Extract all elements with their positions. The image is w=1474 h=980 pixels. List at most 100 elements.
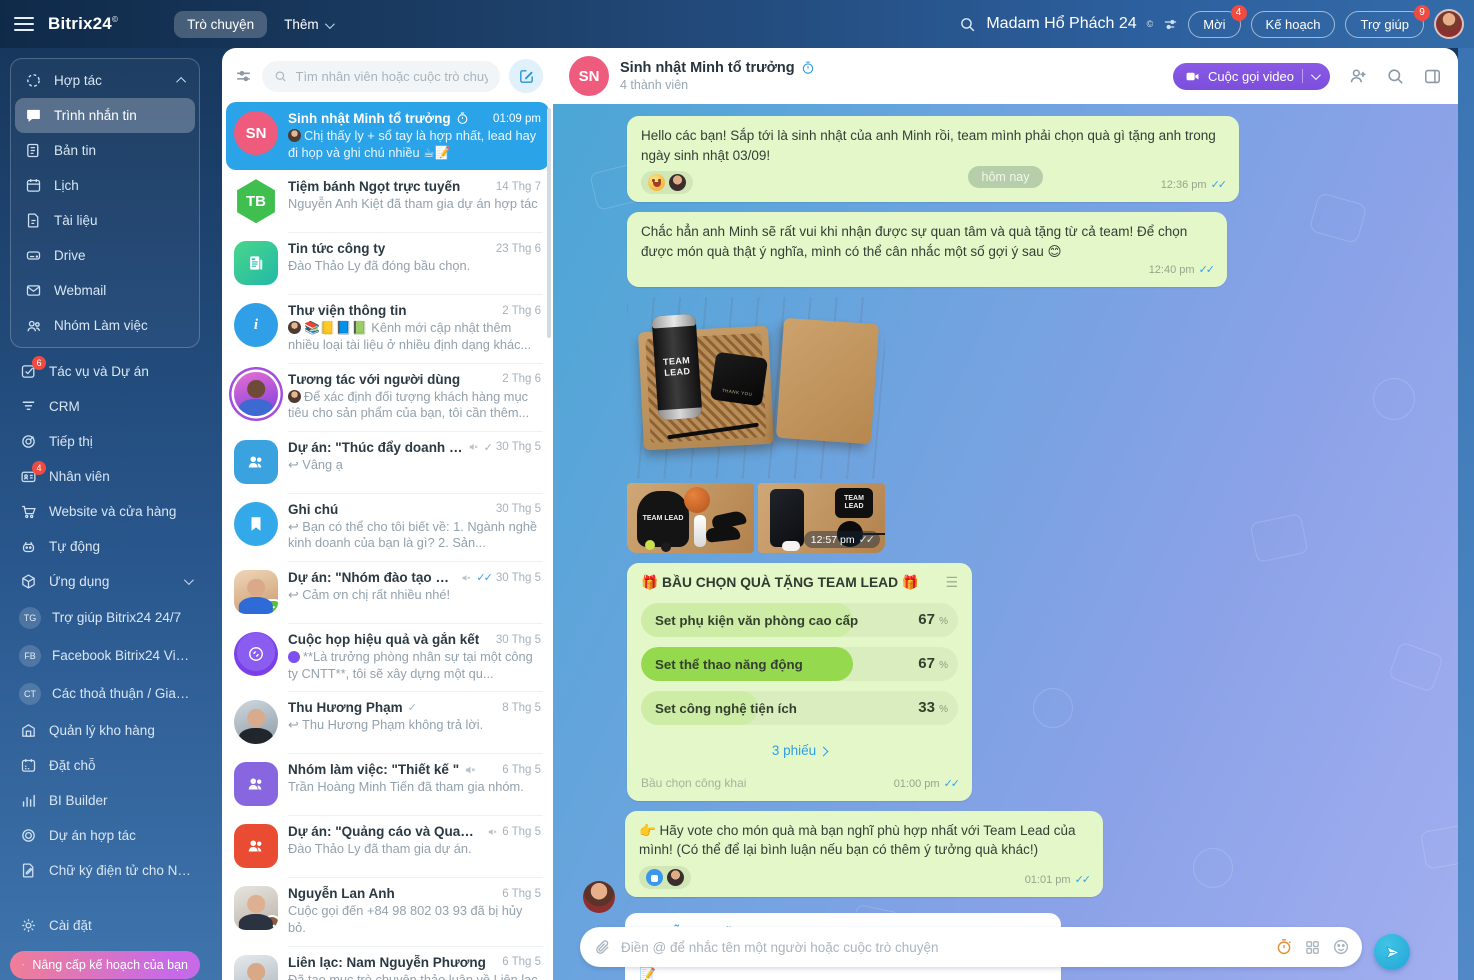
chat-list-item[interactable]: Dự án: "Thúc đẩy doanh số b... ✓ 30 Thg … — [226, 431, 549, 493]
poll-visibility-label: Bầu chọn công khai — [641, 775, 746, 792]
sidebar-item-settings[interactable]: Cài đặt — [10, 908, 200, 943]
chat-list-item[interactable]: i Thư viện thông tin2 Thg 6 📚📒📘📗 Kênh mớ… — [226, 294, 549, 362]
apps-grid-icon[interactable] — [1304, 939, 1321, 956]
mute-icon — [468, 441, 479, 453]
rocket-icon — [22, 958, 24, 972]
tab-chat[interactable]: Trò chuyện — [174, 11, 267, 38]
attach-icon[interactable] — [594, 939, 611, 956]
sidebar-item-calendar[interactable]: Lịch — [15, 168, 195, 203]
sport-set-photo[interactable]: TEAM LEAD — [627, 483, 754, 553]
chat-search[interactable] — [262, 61, 500, 92]
page-background-strip — [1458, 48, 1474, 980]
read-double-check-icon: ✓✓ — [859, 533, 873, 546]
sidebar-item-marketing[interactable]: Tiếp thị — [10, 424, 200, 459]
sidebar-item-collab-project[interactable]: Dự án hợp tác — [10, 818, 200, 853]
chat-list-item[interactable]: Cuộc họp hiệu quả và gắn kết30 Thg 5 **L… — [226, 623, 549, 691]
brand-logo[interactable]: Bitrix24© — [48, 14, 118, 34]
plan-button[interactable]: Kế hoạch — [1251, 11, 1336, 38]
sidebar-item-support247[interactable]: TG Trợ giúp Bitrix24 24/7 — [10, 599, 200, 637]
chat-list-item[interactable]: Thu Hương Phạm ✓ 8 Thg 5 ↩ Thu Hương Phạ… — [226, 691, 549, 753]
target-icon — [19, 826, 38, 845]
message-bubble[interactable]: 👉 Hãy vote cho món quà mà bạn nghĩ phù h… — [625, 811, 1103, 897]
chat-filter-icon[interactable] — [234, 67, 253, 86]
emoji-icon[interactable] — [1332, 938, 1350, 956]
chat-list-item[interactable]: Nguyễn Lan Anh6 Thg 5 Cuộc gọi đến +84 9… — [226, 877, 549, 945]
sender-avatar[interactable] — [583, 881, 615, 913]
reaction-like[interactable] — [639, 866, 691, 889]
drive-icon — [24, 246, 43, 265]
chat-list-item[interactable]: Dự án: "Quảng cáo và Quan hệ c... 6 Thg … — [226, 815, 549, 877]
top-tabs: Trò chuyện Thêm — [174, 11, 345, 38]
chat-header-avatar[interactable]: SN — [569, 56, 609, 96]
sidebar-item-hop-tac[interactable]: Hợp tác — [15, 63, 195, 98]
search-icon[interactable] — [1386, 67, 1405, 86]
chat-list-item[interactable]: Liên lạc: Nam Nguyễn Phương6 Thg 5 Đã tạ… — [226, 946, 549, 980]
user-avatar[interactable] — [1434, 9, 1464, 39]
timer-icon — [456, 112, 469, 125]
sidebar-item-booking[interactable]: Đặt chỗ — [10, 748, 200, 783]
video-call-button[interactable]: Cuộc gọi video — [1173, 63, 1330, 90]
sidebar-item-messenger[interactable]: Trình nhắn tin — [15, 98, 195, 133]
add-member-icon[interactable] — [1348, 66, 1368, 86]
upgrade-plan-button[interactable]: Nâng cấp kế hoạch của bạn — [10, 951, 200, 979]
sidebar-item-apps[interactable]: Ứng dụng — [10, 564, 200, 599]
message-input-bar — [580, 927, 1362, 967]
read-check-icon: ✓ — [408, 701, 415, 714]
chat-list-item[interactable]: Tin tức công ty23 Thg 6 Đào Thảo Ly đã đ… — [226, 232, 549, 294]
sidebar-item-website-store[interactable]: Website và cửa hàng — [10, 494, 200, 529]
deals-avatar: CT — [19, 683, 41, 705]
sidebar-item-bi-builder[interactable]: BI Builder — [10, 783, 200, 818]
poll-votes-link[interactable]: 3 phiếu — [641, 741, 958, 761]
sidebar-item-facebook[interactable]: FB Facebook Bitrix24 Việ... — [10, 637, 200, 675]
global-search[interactable]: Madam Hổ Phách 24© — [959, 15, 1178, 33]
poll-message[interactable]: 🎁 BẦU CHỌN QUÀ TẶNG TEAM LEAD 🎁 ☰ Set ph… — [627, 563, 972, 801]
reaction-smiley[interactable] — [641, 171, 693, 194]
chat-list-item[interactable]: Ghi chú30 Thg 5 ↩ Bạn có thể cho tôi biế… — [226, 493, 549, 561]
sidebar-item-employees[interactable]: 4 Nhân viên — [10, 459, 200, 494]
sidebar-item-feed[interactable]: Bản tin — [15, 133, 195, 168]
poll-option[interactable]: Set thể thao năng động 67 % — [641, 647, 958, 681]
sidebar-item-drive[interactable]: Drive — [15, 238, 195, 273]
side-panel-icon[interactable] — [1423, 67, 1442, 86]
poll-option[interactable]: Set phụ kiện văn phòng cao cấp 67 % — [641, 603, 958, 637]
tech-set-photo[interactable]: TEAM LEAD 12:57 pm✓✓ — [758, 483, 885, 553]
new-chat-button[interactable] — [509, 59, 543, 93]
message-bubble[interactable]: Chắc hẳn anh Minh sẽ rất vui khi nhận đư… — [627, 212, 1227, 287]
chat-list-item[interactable]: TB Tiệm bánh Ngọt trực tuyến14 Thg 7 Ngu… — [226, 170, 549, 232]
sidebar-item-webmail[interactable]: Webmail — [15, 273, 195, 308]
poll-menu-icon[interactable]: ☰ — [945, 573, 958, 589]
bar-chart-icon — [19, 791, 38, 810]
sidebar-item-inventory[interactable]: Quản lý kho hàng — [10, 713, 200, 748]
sidebar-item-tasks[interactable]: 6 Tác vụ và Dự án — [10, 354, 200, 389]
sidebar-item-automation[interactable]: Tự động — [10, 529, 200, 564]
chat-list-item[interactable]: SN Sinh nhật Minh tổ trưởng 01:09 pm Chị… — [226, 102, 549, 170]
chat-avatar — [234, 700, 278, 744]
timer-icon[interactable] — [1275, 938, 1293, 956]
chat-avatar — [234, 570, 278, 614]
menu-icon[interactable] — [14, 17, 34, 31]
chat-list-item[interactable]: Nhóm làm việc: "Thiết kế " 6 Thg 5 Trần … — [226, 753, 549, 815]
sidebar-item-crm[interactable]: CRM — [10, 389, 200, 424]
chat-list-item[interactable]: Dự án: "Nhóm đào tạo nhân s... ✓✓ 30 Thg… — [226, 561, 549, 623]
member-count[interactable]: 4 thành viên — [620, 78, 815, 92]
message-bubble[interactable]: Hello các bạn! Sắp tới là sinh nhật của … — [627, 116, 1239, 202]
message-input[interactable] — [621, 940, 1265, 955]
sidebar-item-workgroups[interactable]: Nhóm Làm việc — [15, 308, 195, 343]
chat-list-scrollbar[interactable] — [547, 108, 551, 338]
sidebar-item-documents[interactable]: Tài liệu — [15, 203, 195, 238]
help-button[interactable]: Trợ giúp9 — [1345, 11, 1424, 38]
sidebar: Hợp tác Trình nhắn tin Bản tin Lịch Tài … — [0, 48, 222, 980]
robot-icon — [19, 537, 38, 556]
sidebar-item-esignature[interactable]: Chữ ký điện tử cho Nh... — [10, 853, 200, 888]
message-images[interactable]: TEAM LEAD THANK YOU TEAM LEAD — [627, 297, 885, 553]
chat-search-input[interactable] — [296, 69, 489, 84]
team-lead-pad: TEAM LEAD — [835, 488, 873, 518]
gift-box-photo[interactable]: TEAM LEAD THANK YOU — [627, 297, 885, 479]
send-button[interactable] — [1374, 934, 1410, 970]
tab-more[interactable]: Thêm — [271, 11, 345, 38]
filter-icon[interactable] — [1163, 17, 1178, 32]
invite-button[interactable]: Mời4 — [1188, 11, 1240, 38]
chat-list-item[interactable]: Tương tác với người dùng2 Thg 6 Để xác đ… — [226, 363, 549, 431]
poll-option[interactable]: Set công nghệ tiện ích 33 % — [641, 691, 958, 725]
sidebar-item-deals[interactable]: CT Các thoả thuận / Giao ... — [10, 675, 200, 713]
